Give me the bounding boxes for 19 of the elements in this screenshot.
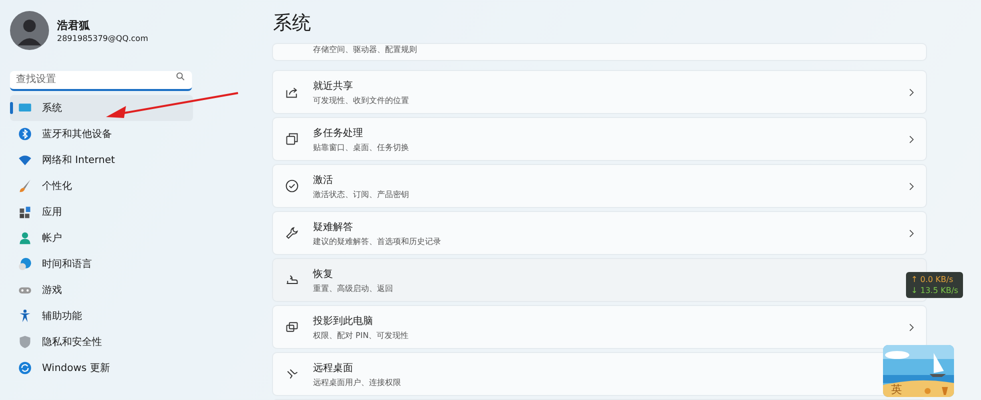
setting-title: 恢复 xyxy=(313,268,334,280)
setting-subtitle: 存储空间、驱动器、配置规则 xyxy=(313,44,417,55)
setting-subtitle: 远程桌面用户、连接权限 xyxy=(313,376,402,388)
setting-title: 激活 xyxy=(313,174,334,186)
setting-subtitle: 重置、高级启动、返回 xyxy=(313,282,394,294)
setting-title: 投影到此电脑 xyxy=(313,314,374,328)
ime-mode-label: 英 xyxy=(891,382,902,397)
user-name: 浩君狐 xyxy=(57,18,91,33)
setting-subtitle: 权限、配对 PIN、可发现性 xyxy=(313,330,410,340)
setting-title: 就近共享 xyxy=(313,80,354,92)
page-title: 系统 xyxy=(273,11,312,36)
setting-subtitle: 贴靠窗口、桌面、任务切换 xyxy=(313,142,410,152)
setting-title: 疑难解答 xyxy=(313,220,354,234)
setting-title: 远程桌面 xyxy=(313,362,354,374)
setting-subtitle: 激活状态、订阅、产品密钥 xyxy=(313,188,410,200)
setting-subtitle: 建议的疑难解答、首选项和历史记录 xyxy=(313,236,442,246)
setting-subtitle: 可发现性、收到文件的位置 xyxy=(313,94,410,106)
setting-title: 多任务处理 xyxy=(313,126,364,140)
user-email: 2891985379@QQ.com xyxy=(57,34,148,43)
